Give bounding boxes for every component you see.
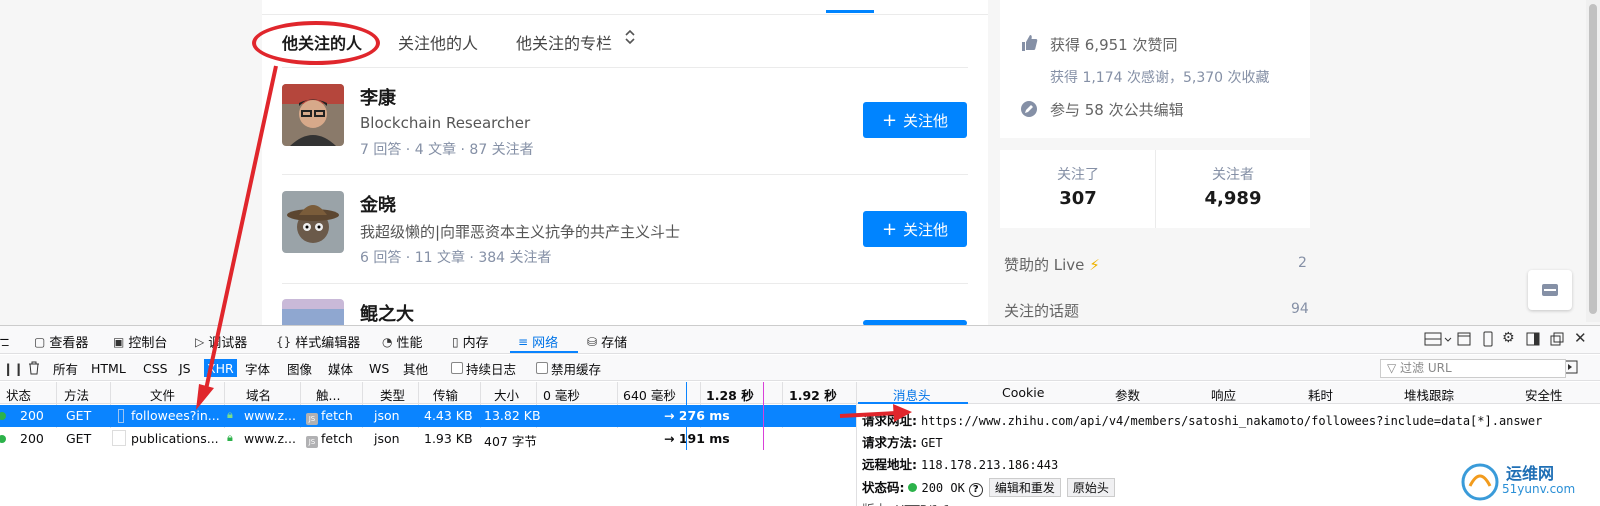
- watermark-brand: 运维网: [1506, 464, 1555, 483]
- watermark-site: 51yunv.com: [1502, 482, 1576, 496]
- watermark: 运维网 51yunv.com: [1460, 460, 1596, 506]
- annotation-arrows: [196, 65, 912, 422]
